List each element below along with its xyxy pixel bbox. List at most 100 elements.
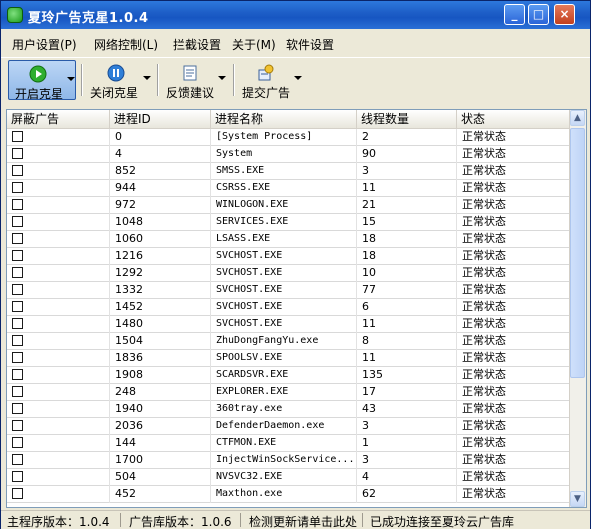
block-ad-checkbox[interactable]: [12, 318, 23, 329]
process-name-cell: NVSVC32.EXE: [211, 469, 357, 486]
thread-count-cell: 62: [357, 486, 457, 503]
table-row[interactable]: 504 NVSVC32.EXE 4 正常状态: [7, 469, 570, 486]
check-update-link[interactable]: 检测更新请单击此处: [249, 513, 357, 530]
block-ad-checkbox[interactable]: [12, 420, 23, 431]
process-name-cell: SVCHOST.EXE: [211, 282, 357, 299]
start-button[interactable]: 开启克星: [8, 60, 76, 101]
menu-user-settings[interactable]: 用户设置(P): [12, 36, 77, 53]
process-name-cell: SPOOLSV.EXE: [211, 350, 357, 367]
table-row[interactable]: 248 EXPLORER.EXE 17 正常状态: [7, 384, 570, 401]
status-cell: 正常状态: [462, 300, 506, 313]
table-row[interactable]: 1292 SVCHOST.EXE 10 正常状态: [7, 265, 570, 282]
block-ad-checkbox[interactable]: [12, 386, 23, 397]
scroll-thumb[interactable]: [570, 128, 585, 378]
pause-icon: [107, 64, 125, 82]
table-row[interactable]: 0 [System Process] 2 正常状态: [7, 129, 570, 146]
table-row[interactable]: 1332 SVCHOST.EXE 77 正常状态: [7, 282, 570, 299]
table-row[interactable]: 1908 SCARDSVR.EXE 135 正常状态: [7, 367, 570, 384]
scroll-up-icon[interactable]: ▲: [570, 110, 585, 126]
status-separator: [240, 513, 241, 527]
block-ad-checkbox[interactable]: [12, 369, 23, 380]
chevron-down-icon[interactable]: [218, 76, 226, 80]
chevron-down-icon[interactable]: [143, 76, 151, 80]
table-row[interactable]: 944 CSRSS.EXE 11 正常状态: [7, 180, 570, 197]
block-ad-checkbox[interactable]: [12, 267, 23, 278]
thread-count-cell: 11: [357, 350, 457, 367]
process-name-cell: InjectWinSockService...: [211, 452, 357, 469]
block-ad-checkbox[interactable]: [12, 454, 23, 465]
title-bar[interactable]: 夏玲广告克星1.0.4 _ □ ×: [1, 1, 590, 29]
pid-cell: 504: [110, 469, 211, 486]
process-name-cell: WINLOGON.EXE: [211, 197, 357, 214]
block-ad-checkbox[interactable]: [12, 182, 23, 193]
menu-block-settings[interactable]: 拦截设置: [173, 36, 221, 53]
vertical-scrollbar[interactable]: ▲ ▼: [569, 110, 586, 507]
pid-cell: 1060: [110, 231, 211, 248]
thread-count-cell: 2: [357, 129, 457, 146]
table-row[interactable]: 2036 DefenderDaemon.exe 3 正常状态: [7, 418, 570, 435]
close-guard-button[interactable]: 关闭克星: [87, 60, 153, 100]
table-row[interactable]: 1480 SVCHOST.EXE 11 正常状态: [7, 316, 570, 333]
thread-count-cell: 90: [357, 146, 457, 163]
table-row[interactable]: 1700 InjectWinSockService... 3 正常状态: [7, 452, 570, 469]
thread-count-cell: 4: [357, 469, 457, 486]
block-ad-checkbox[interactable]: [12, 131, 23, 142]
process-name-cell: EXPLORER.EXE: [211, 384, 357, 401]
block-ad-checkbox[interactable]: [12, 352, 23, 363]
block-ad-checkbox[interactable]: [12, 488, 23, 499]
thread-count-cell: 43: [357, 401, 457, 418]
block-ad-checkbox[interactable]: [12, 284, 23, 295]
main-version-text: 主程序版本：1.0.4: [7, 515, 110, 529]
block-ad-checkbox[interactable]: [12, 148, 23, 159]
scroll-down-icon[interactable]: ▼: [570, 491, 585, 507]
status-cell: 正常状态: [462, 164, 506, 177]
menu-about[interactable]: 关于(M): [232, 36, 276, 53]
block-ad-cell: [7, 316, 110, 333]
table-row[interactable]: 972 WINLOGON.EXE 21 正常状态: [7, 197, 570, 214]
table-row[interactable]: 1048 SERVICES.EXE 15 正常状态: [7, 214, 570, 231]
block-ad-checkbox[interactable]: [12, 216, 23, 227]
block-ad-checkbox[interactable]: [12, 471, 23, 482]
block-ad-checkbox[interactable]: [12, 165, 23, 176]
chevron-down-icon[interactable]: [67, 77, 75, 81]
table-row[interactable]: 1452 SVCHOST.EXE 6 正常状态: [7, 299, 570, 316]
chevron-down-icon[interactable]: [294, 76, 302, 80]
block-ad-cell: [7, 282, 110, 299]
table-row[interactable]: 452 Maxthon.exe 62 正常状态: [7, 486, 570, 503]
submit-ad-button[interactable]: 提交广告: [239, 60, 305, 100]
menu-software-settings[interactable]: 软件设置: [286, 36, 334, 53]
feedback-button[interactable]: 反馈建议: [163, 60, 229, 100]
block-ad-checkbox[interactable]: [12, 403, 23, 414]
table-row[interactable]: 1940 360tray.exe 43 正常状态: [7, 401, 570, 418]
block-ad-cell: [7, 163, 110, 180]
table-row[interactable]: 1060 LSASS.EXE 18 正常状态: [7, 231, 570, 248]
block-ad-cell: [7, 265, 110, 282]
menu-bar: 用户设置(P) 网络控制(L) 拦截设置 关于(M) 软件设置: [1, 29, 590, 55]
column-status[interactable]: 状态: [457, 110, 570, 128]
menu-network-control[interactable]: 网络控制(L): [94, 36, 158, 53]
block-ad-checkbox[interactable]: [12, 335, 23, 346]
column-thread-count[interactable]: 线程数量: [357, 110, 457, 128]
pid-cell: 1504: [110, 333, 211, 350]
table-row[interactable]: 852 SMSS.EXE 3 正常状态: [7, 163, 570, 180]
block-ad-checkbox[interactable]: [12, 250, 23, 261]
column-process-name[interactable]: 进程名称: [211, 110, 357, 128]
column-block-ad[interactable]: 屏蔽广告: [7, 110, 110, 128]
block-ad-checkbox[interactable]: [12, 437, 23, 448]
maximize-button[interactable]: □: [528, 4, 549, 25]
close-button[interactable]: ×: [554, 4, 575, 25]
status-cell: 正常状态: [462, 368, 506, 381]
block-ad-checkbox[interactable]: [12, 233, 23, 244]
table-row[interactable]: 144 CTFMON.EXE 1 正常状态: [7, 435, 570, 452]
table-row[interactable]: 1836 SPOOLSV.EXE 11 正常状态: [7, 350, 570, 367]
block-ad-cell: [7, 231, 110, 248]
block-ad-checkbox[interactable]: [12, 199, 23, 210]
process-name-cell: SVCHOST.EXE: [211, 299, 357, 316]
minimize-button[interactable]: _: [504, 4, 525, 25]
table-row[interactable]: 1504 ZhuDongFangYu.exe 8 正常状态: [7, 333, 570, 350]
column-pid[interactable]: 进程ID: [110, 110, 211, 128]
process-name-cell: Maxthon.exe: [211, 486, 357, 503]
block-ad-checkbox[interactable]: [12, 301, 23, 312]
table-row[interactable]: 1216 SVCHOST.EXE 18 正常状态: [7, 248, 570, 265]
table-row[interactable]: 4 System 90 正常状态: [7, 146, 570, 163]
